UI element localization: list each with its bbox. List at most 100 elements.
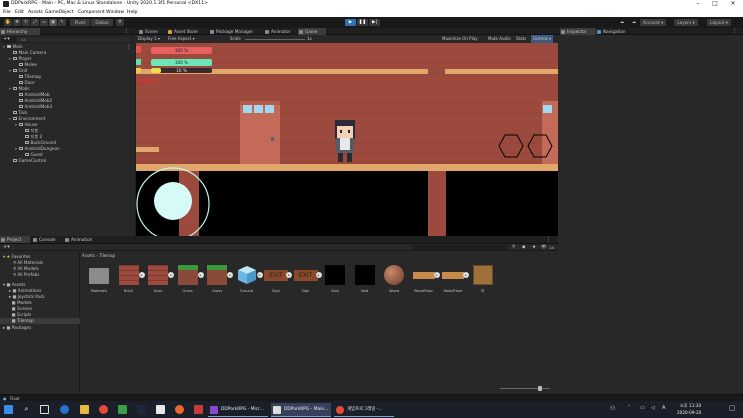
- expand-asset-icon[interactable]: ▸: [138, 272, 145, 278]
- joystick-handle[interactable]: [154, 182, 192, 220]
- tab-game[interactable]: Game: [298, 28, 326, 35]
- tray-chevron-icon[interactable]: ˄: [628, 405, 631, 411]
- stats-toggle[interactable]: Stats: [516, 36, 526, 42]
- file-explorer-icon[interactable]: [80, 405, 89, 414]
- tab-navigation[interactable]: Navigation: [596, 28, 636, 35]
- tab-package-manager[interactable]: Package Manager: [209, 28, 259, 35]
- network-icon[interactable]: ▭: [640, 405, 645, 411]
- pause-button[interactable]: ❚❚: [357, 19, 368, 26]
- scale-tool-icon[interactable]: ⤢: [31, 19, 39, 26]
- inspector-menu-icon[interactable]: ⋮: [732, 28, 737, 35]
- steam-icon[interactable]: [137, 405, 146, 414]
- asset-item[interactable]: EXIT Sign ▸: [293, 265, 322, 299]
- expand-asset-icon[interactable]: ▸: [227, 272, 233, 278]
- tab-asset-store-label: Asset Store: [174, 29, 198, 34]
- scale-slider[interactable]: [245, 39, 305, 40]
- asset-item[interactable]: 여: [470, 265, 496, 299]
- close-button[interactable]: ✕: [724, 0, 742, 9]
- task-unity[interactable]: DDParkRPG - Main...: [271, 403, 331, 417]
- app-icon[interactable]: [194, 405, 203, 414]
- move-tool-icon[interactable]: ✥: [13, 19, 21, 26]
- transform-tool-icon[interactable]: ▣: [49, 19, 57, 26]
- windows-start-icon[interactable]: [4, 405, 13, 414]
- menu-help[interactable]: Help: [127, 10, 137, 15]
- rect-tool-icon[interactable]: ▭: [40, 19, 48, 26]
- notification-icon[interactable]: ▢: [729, 404, 736, 412]
- list-icon: [1, 29, 5, 34]
- asset-item[interactable]: Brick ▸: [116, 265, 145, 299]
- step-button[interactable]: ▶|: [369, 19, 380, 26]
- expand-asset-icon[interactable]: ▸: [286, 272, 292, 278]
- asset-item[interactable]: EXIT Sign ▸: [263, 265, 292, 299]
- app-icon[interactable]: [156, 405, 165, 414]
- tab-asset-store[interactable]: Asset Store: [167, 28, 203, 35]
- asset-item[interactable]: Materials: [86, 265, 112, 299]
- expand-asset-icon[interactable]: ▸: [197, 272, 204, 278]
- panel-menu-icon[interactable]: ⋮: [124, 28, 129, 35]
- hierarchy-row[interactable]: GameControl: [9, 158, 46, 164]
- gizmos-dropdown[interactable]: Gizmos ▾: [531, 35, 554, 43]
- asset-item[interactable]: Ground ▸: [234, 265, 263, 299]
- custom-tool-icon[interactable]: ✎: [58, 19, 66, 26]
- menu-file[interactable]: File: [3, 10, 11, 15]
- pivot-toggle[interactable]: Pivot: [70, 19, 90, 26]
- task-view-icon[interactable]: [40, 405, 49, 414]
- clock-time[interactable]: 오후 11:30: [680, 403, 701, 409]
- volume-icon[interactable]: ◁: [651, 405, 655, 411]
- expand-asset-icon[interactable]: ▸: [256, 272, 263, 278]
- asset-item[interactable]: Void: [322, 265, 348, 299]
- menu-gameobject[interactable]: GameObject: [45, 10, 74, 15]
- rotate-tool-icon[interactable]: ↻: [22, 19, 30, 26]
- people-icon[interactable]: ⚇: [610, 405, 615, 412]
- hand-tool-icon[interactable]: ✋: [4, 19, 12, 26]
- expand-asset-icon[interactable]: ▸: [168, 272, 174, 278]
- expand-asset-icon[interactable]: ▸: [433, 272, 440, 278]
- aspect-dropdown[interactable]: Free Aspect ▾: [168, 36, 195, 42]
- asset-item[interactable]: WoodFloor ▸: [411, 265, 440, 299]
- collab-icon[interactable]: ☁: [618, 19, 626, 26]
- layout-dropdown[interactable]: Layout ▾: [707, 19, 731, 26]
- clock-date[interactable]: 2020-09-20: [677, 410, 701, 415]
- mute-audio-toggle[interactable]: Mute Audio: [488, 36, 511, 42]
- display-dropdown[interactable]: Display 1 ▾: [138, 36, 160, 42]
- account-dropdown[interactable]: Account ▾: [640, 19, 666, 26]
- task-chrome[interactable]: 개임프로그래밍 -...: [334, 403, 394, 417]
- menu-assets[interactable]: Assets: [28, 10, 43, 15]
- zoom-slider-handle[interactable]: [538, 386, 542, 391]
- asset-item[interactable]: Void: [352, 265, 378, 299]
- minimize-button[interactable]: –: [689, 0, 707, 9]
- tab-inspector[interactable]: Inspector: [560, 28, 596, 35]
- cloud-icon[interactable]: ☁: [630, 19, 638, 26]
- hierarchy-search-input[interactable]: All: [16, 37, 132, 42]
- menu-edit[interactable]: Edit: [15, 10, 24, 15]
- play-button[interactable]: ▶: [345, 19, 356, 26]
- zoom-slider[interactable]: [500, 388, 550, 389]
- expand-asset-icon[interactable]: ▸: [315, 272, 322, 278]
- app-icon[interactable]: [118, 405, 127, 414]
- tab-animator[interactable]: Animator: [264, 28, 294, 35]
- tab-hierarchy[interactable]: Hierarchy: [0, 28, 40, 35]
- asset-item[interactable]: Wood: [381, 265, 407, 299]
- add-icon[interactable]: +▾: [3, 36, 10, 43]
- asset-item[interactable]: Door ▸: [145, 265, 174, 299]
- asset-item[interactable]: Grass ▸: [175, 265, 204, 299]
- expand-asset-icon[interactable]: ▸: [463, 272, 469, 278]
- asset-item[interactable]: Grass ▸: [204, 265, 233, 299]
- global-toggle[interactable]: Global: [91, 19, 113, 26]
- search-icon[interactable]: ⌕: [22, 405, 31, 414]
- menu-window[interactable]: Window: [106, 10, 124, 15]
- snap-icon[interactable]: #: [116, 19, 124, 26]
- layers-dropdown[interactable]: Layers ▾: [674, 19, 698, 26]
- chrome-icon[interactable]: [99, 405, 108, 414]
- input-language[interactable]: A: [662, 405, 665, 411]
- asset-item[interactable]: WoodFloor ▸: [440, 265, 469, 299]
- scene-menu-icon[interactable]: ⋮: [126, 44, 131, 50]
- firefox-icon[interactable]: [175, 405, 184, 414]
- gameobject-icon: [19, 62, 23, 66]
- tab-scene[interactable]: Scene: [138, 28, 162, 35]
- edge-icon[interactable]: [60, 405, 69, 414]
- menu-component[interactable]: Component: [78, 10, 105, 15]
- maximize-on-play-toggle[interactable]: Maximize On Play: [442, 36, 478, 42]
- maximize-button[interactable]: □: [706, 0, 724, 9]
- task-visual-studio[interactable]: DDParkRPG - Micr...: [208, 403, 268, 417]
